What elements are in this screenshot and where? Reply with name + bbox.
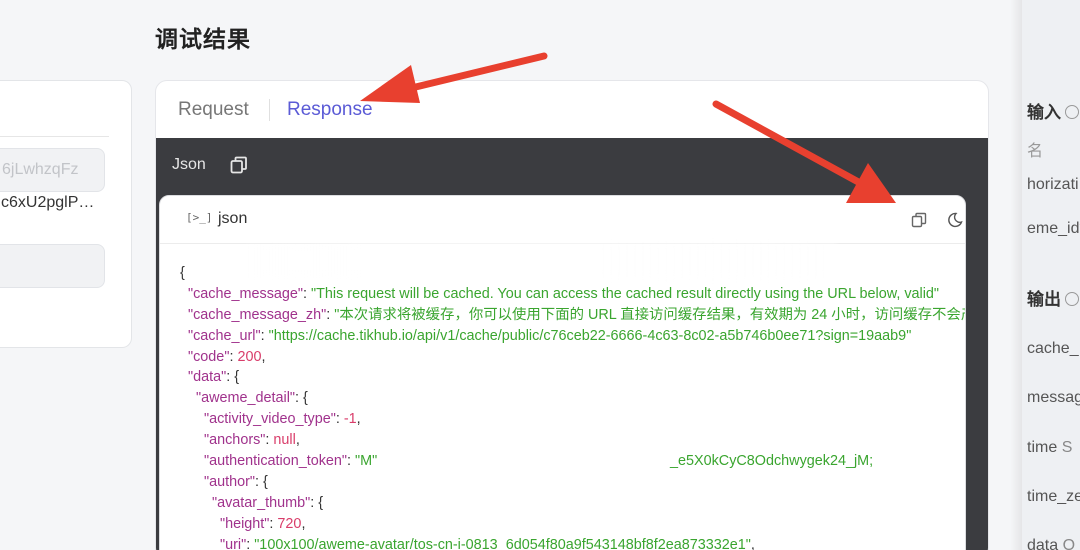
code-line: "cache_message": "This request will be c… (188, 285, 940, 302)
info-icon[interactable] (1065, 105, 1079, 119)
params-panel: 6jLwhzqFz c6xU2pglP… (0, 80, 132, 348)
page-title: 调试结果 (155, 26, 251, 52)
tab-response[interactable]: Response (287, 99, 373, 121)
code-line: "cache_message_zh": "本次请求将被缓存，你可以使用下面的 U… (188, 306, 965, 323)
terminal-icon: [>_] (186, 211, 213, 224)
code-line: "activity_video_type": -1, (204, 411, 361, 428)
output-time-type: S (1061, 439, 1073, 456)
param-aweme-id[interactable]: eme_id* (1027, 220, 1080, 238)
output-data-label: data (1027, 537, 1059, 550)
output-time-label: time (1027, 439, 1058, 456)
name-label: 名 (1027, 143, 1044, 160)
code-header: [>_] json (160, 196, 965, 244)
code-line: "uri": "100x100/aweme-avatar/tos-cn-i-08… (219, 536, 755, 550)
code-line: "authentication_token": "M" _e5X0kCyC8Odc… (180, 451, 965, 472)
code-line: "data": { (188, 369, 240, 386)
code-line: "anchors": null, (204, 432, 300, 449)
tab-separator (269, 99, 270, 121)
code-line: "aweme_detail": { (196, 390, 308, 407)
format-label: Json (172, 156, 206, 173)
param-aweme-id-label: eme_id (1027, 220, 1080, 237)
code-line: "author": { (204, 473, 268, 490)
param-input[interactable]: 6jLwhzqFz (0, 148, 105, 192)
output-cache[interactable]: cache_ (1027, 340, 1079, 358)
redaction-blur (246, 244, 836, 278)
param-input-2[interactable] (0, 244, 105, 288)
tab-bar: Request Response (156, 81, 988, 138)
result-card: Request Response Json [>_] json { "cache… (155, 80, 989, 550)
param-value-text: c6xU2pglP… (1, 194, 95, 211)
code-language: json (218, 210, 248, 227)
copy-icon[interactable] (911, 212, 927, 228)
code-line: "height": 720, (219, 515, 306, 532)
copy-icon[interactable] (230, 156, 248, 174)
tab-request[interactable]: Request (178, 99, 249, 121)
format-toolbar: Json (156, 138, 988, 193)
json-response: { "cache_message": "This request will be… (180, 263, 965, 550)
output-time-zone[interactable]: time_ze (1027, 488, 1080, 506)
code-line: "code": 200, (188, 348, 266, 365)
divider (0, 136, 109, 137)
output-data[interactable]: data O (1027, 537, 1075, 550)
info-icon[interactable] (1065, 292, 1079, 306)
input-heading-label: 输入 (1027, 103, 1061, 122)
code-line: "avatar_thumb": { (212, 494, 324, 511)
param-input-value: 6jLwhzqFz (2, 161, 79, 178)
side-panel: 输入 名 horizati eme_id* 输出 cache_ messag t… (1022, 0, 1080, 550)
input-heading: 输入 (1027, 98, 1079, 123)
output-time[interactable]: time S (1027, 439, 1072, 457)
param-authorization[interactable]: horizati (1027, 176, 1079, 194)
moon-icon[interactable] (947, 212, 963, 228)
output-data-type: O (1062, 537, 1076, 550)
code-line: "cache_url": "https://cache.tikhub.io/ap… (188, 327, 912, 344)
output-heading: 输出 (1027, 285, 1079, 310)
auth-token-tail: _e5X0kCyC8Odchwygek24_jM; (670, 453, 874, 470)
output-message[interactable]: messag (1027, 389, 1080, 407)
output-heading-label: 输出 (1027, 290, 1061, 309)
